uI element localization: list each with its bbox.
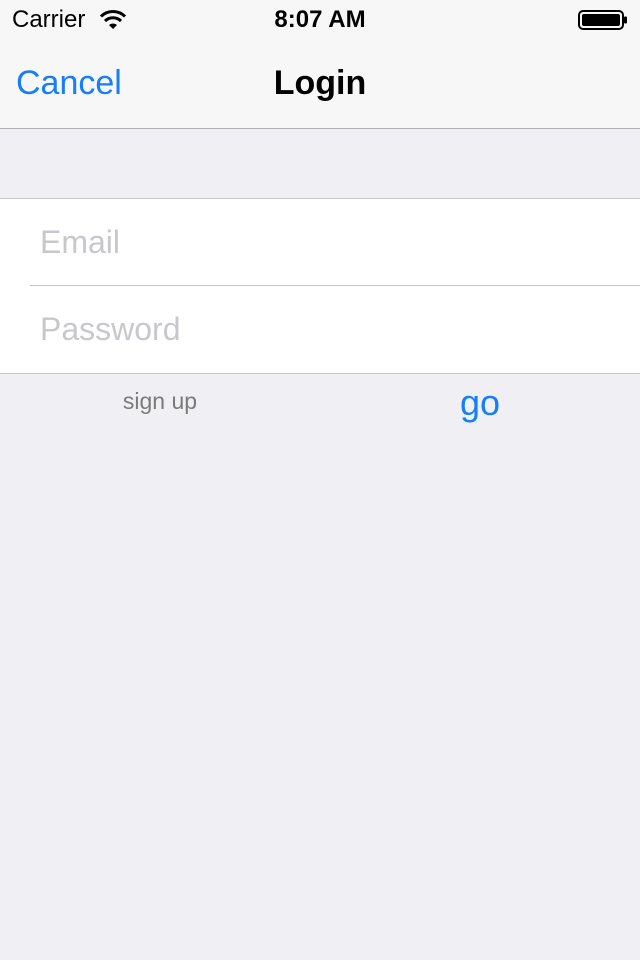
password-row — [0, 286, 640, 372]
page-title: Login — [273, 64, 367, 102]
login-screen: Carrier 8:07 AM Cancel Login sign up go — [0, 0, 640, 960]
go-button[interactable]: go — [400, 382, 560, 424]
sign-up-button[interactable]: sign up — [80, 388, 240, 415]
status-time: 8:07 AM — [274, 6, 366, 33]
navigation-bar: Cancel Login — [0, 40, 640, 129]
login-form — [0, 198, 640, 374]
email-row — [0, 199, 640, 286]
battery-full-icon — [578, 10, 627, 30]
status-bar: Carrier 8:07 AM — [0, 0, 640, 40]
email-field[interactable] — [40, 219, 620, 265]
password-field[interactable] — [40, 306, 620, 352]
